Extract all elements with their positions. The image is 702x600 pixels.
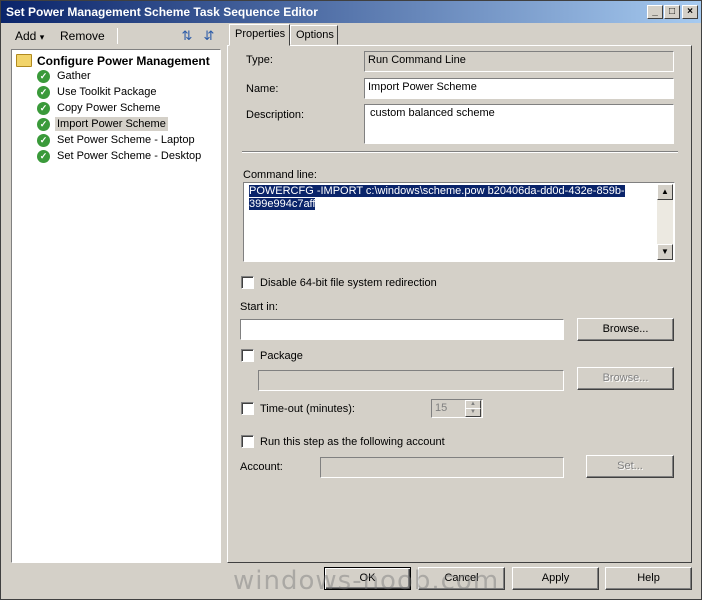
description-label: Description: xyxy=(246,109,305,121)
chevron-down-icon: ▾ xyxy=(39,32,45,42)
tree-item-label: Copy Power Scheme xyxy=(57,102,161,114)
run-as-account-checkbox[interactable] xyxy=(241,435,254,448)
timeout-label: Time-out (minutes): xyxy=(260,403,355,415)
section-divider xyxy=(242,151,678,153)
package-label: Package xyxy=(260,350,303,362)
task-sequence-editor-window: Set Power Management Scheme Task Sequenc… xyxy=(0,0,702,600)
success-check-icon: ✓ xyxy=(37,102,50,115)
tree-item-label: Set Power Scheme - Desktop xyxy=(57,150,202,162)
command-line-field[interactable]: POWERCFG -IMPORT c:\windows\scheme.pow b… xyxy=(243,182,675,262)
package-browse-button: Browse... xyxy=(577,367,674,390)
toolbar-separator xyxy=(117,28,118,44)
title-bar: Set Power Management Scheme Task Sequenc… xyxy=(1,1,701,23)
success-check-icon: ✓ xyxy=(37,70,50,83)
disable-redirection-checkbox[interactable] xyxy=(241,276,254,289)
name-field[interactable]: Import Power Scheme xyxy=(364,78,674,99)
watermark: windows-noob.com xyxy=(233,566,500,596)
success-check-icon: ✓ xyxy=(37,118,50,131)
package-checkbox[interactable] xyxy=(241,349,254,362)
set-account-button: Set... xyxy=(586,455,674,478)
run-as-account-label: Run this step as the following account xyxy=(260,436,445,448)
start-in-label: Start in: xyxy=(240,301,278,313)
timeout-checkbox[interactable] xyxy=(241,402,254,415)
account-field xyxy=(320,457,564,478)
success-check-icon: ✓ xyxy=(37,86,50,99)
move-up-icon[interactable]: ⇅ xyxy=(179,28,195,44)
window-title: Set Power Management Scheme Task Sequenc… xyxy=(6,5,318,19)
help-button[interactable]: Help xyxy=(605,567,692,590)
tree-item-label: Set Power Scheme - Laptop xyxy=(57,134,195,146)
timeout-stepper: 15 ▲ ▼ xyxy=(431,399,483,418)
toolbar: Add ▾ Remove ⇅ ⇵ xyxy=(9,26,223,48)
close-button[interactable]: × xyxy=(682,5,698,19)
task-sequence-tree: Configure Power Management ✓ Gather ✓ Us… xyxy=(11,49,221,563)
success-check-icon: ✓ xyxy=(37,150,50,163)
type-label: Type: xyxy=(246,54,273,66)
timeout-value: 15 xyxy=(435,402,448,414)
success-check-icon: ✓ xyxy=(37,134,50,147)
add-menu-button[interactable]: Add ▾ xyxy=(15,29,44,43)
maximize-button[interactable]: □ xyxy=(664,5,680,19)
description-field[interactable]: custom balanced scheme xyxy=(364,104,674,144)
add-label: Add xyxy=(15,29,37,43)
package-field xyxy=(258,370,564,391)
tree-item-label: Use Toolkit Package xyxy=(57,86,157,98)
start-in-browse-button[interactable]: Browse... xyxy=(577,318,674,341)
tab-properties[interactable]: Properties xyxy=(229,24,290,46)
minimize-button[interactable]: _ xyxy=(647,5,663,19)
scroll-down-icon[interactable]: ▼ xyxy=(657,244,673,260)
move-down-icon[interactable]: ⇵ xyxy=(201,28,217,44)
tab-options[interactable]: Options xyxy=(290,25,338,45)
command-line-text: POWERCFG -IMPORT c:\windows\scheme.pow b… xyxy=(249,185,625,210)
remove-button[interactable]: Remove xyxy=(60,29,105,43)
stepper-down-icon: ▼ xyxy=(465,408,481,417)
type-field: Run Command Line xyxy=(364,51,674,72)
apply-button[interactable]: Apply xyxy=(512,567,599,590)
scroll-up-icon[interactable]: ▲ xyxy=(657,184,673,200)
command-line-label: Command line: xyxy=(243,169,317,181)
vertical-scrollbar[interactable]: ▲ ▼ xyxy=(657,184,673,260)
folder-icon xyxy=(16,54,32,67)
name-label: Name: xyxy=(246,83,279,95)
tree-group-label: Configure Power Management xyxy=(37,54,210,68)
tree-item-label: Gather xyxy=(57,70,91,82)
disable-redirection-label: Disable 64-bit file system redirection xyxy=(260,277,437,289)
tree-item-label: Import Power Scheme xyxy=(55,117,168,131)
start-in-field[interactable] xyxy=(240,319,564,340)
properties-panel: Type: Run Command Line Name: Import Powe… xyxy=(227,45,692,563)
account-label: Account: xyxy=(240,461,283,473)
